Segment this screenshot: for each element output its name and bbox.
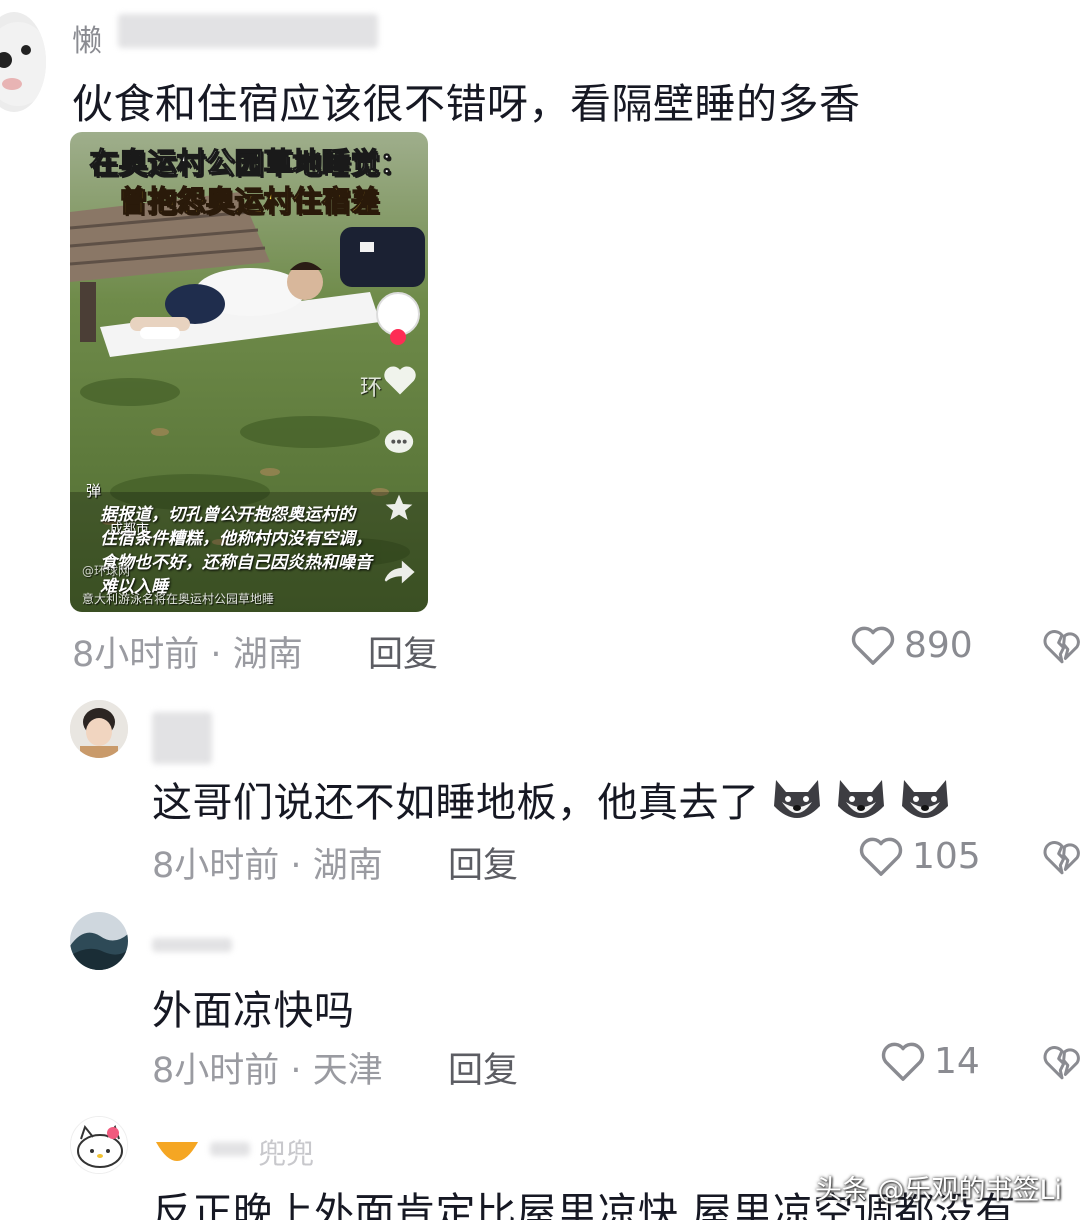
dot-separator: · — [290, 1051, 302, 1091]
heart-outline-icon — [881, 1042, 925, 1081]
like-button[interactable]: 890 — [850, 624, 973, 666]
comment-bubble-icon[interactable] — [382, 427, 416, 459]
timestamp: 8小时前 — [72, 635, 200, 675]
reply-button[interactable]: 回复 — [448, 1042, 518, 1093]
comment-text: 这哥们说还不如睡地板，他真去了 — [152, 770, 954, 828]
video-thumbnail[interactable]: 在奥运村公园草地睡觉： 曾抱怨奥运村住宿差 环 弹 成都市 据报道，切孔曾公开抱… — [70, 132, 428, 612]
like-count: 14 — [934, 1040, 980, 1082]
blurred-username — [118, 14, 378, 48]
broken-heart-icon[interactable] — [1042, 626, 1080, 666]
video-caption-line1: 据报道，切孔曾公开抱怨奥运村的 — [100, 505, 355, 525]
person-avatar-icon — [70, 700, 128, 758]
like-count: 890 — [904, 624, 973, 666]
blurred-username — [210, 1142, 250, 1156]
comment-text: 外面凉快吗 — [152, 988, 355, 1034]
broken-heart-icon[interactable] — [1042, 1042, 1080, 1082]
video-caption-line2: 住宿条件糟糕，他称村内没有空调， — [100, 529, 372, 549]
comment-meta: 8小时前 · 湖南 — [152, 837, 383, 888]
timestamp: 8小时前 — [152, 846, 280, 886]
dog-emoji-icon — [773, 780, 820, 818]
dot-separator: · — [210, 635, 222, 675]
dog-emoji-icon — [901, 780, 948, 818]
username[interactable]: 兜兜 — [258, 1132, 314, 1172]
reply-button[interactable]: 回复 — [368, 626, 438, 677]
comment-meta: 8小时前 · 天津 — [152, 1042, 383, 1093]
location: 天津 — [312, 1051, 383, 1091]
avatar[interactable] — [0, 12, 46, 112]
like-button[interactable]: 105 — [858, 835, 981, 877]
danmu-label[interactable]: 弹 — [86, 480, 101, 501]
heart-icon[interactable] — [382, 364, 418, 396]
username[interactable]: 懒 — [72, 16, 102, 60]
blurred-username — [152, 712, 212, 764]
heart-outline-icon — [859, 837, 903, 876]
follow-plus-icon[interactable] — [390, 329, 406, 345]
heart-outline-icon — [851, 626, 895, 665]
watermark: 头条 @乐观的书签Li — [814, 1175, 1062, 1206]
sun-badge-icon — [156, 1142, 198, 1161]
cat-avatar-icon — [0, 22, 46, 106]
like-count: 105 — [912, 835, 981, 877]
blurred-username — [152, 938, 232, 952]
video-footer: 意大利游泳名将在奥运村公园草地睡 — [82, 592, 275, 606]
comment-text-content: 这哥们说还不如睡地板，他真去了 — [152, 780, 760, 826]
video-title-line2: 曾抱怨奥运村住宿差 — [118, 183, 380, 218]
comment-text: 伙食和住宿应该很不错呀，看隔壁睡的多香 — [72, 80, 861, 128]
author-tag: @环球网 — [82, 564, 131, 578]
side-label: 环 — [360, 376, 383, 401]
avatar[interactable] — [70, 912, 128, 970]
avatar[interactable] — [70, 1116, 128, 1174]
timestamp: 8小时前 — [152, 1051, 280, 1091]
reply-button[interactable]: 回复 — [448, 837, 518, 888]
video-title-line1: 在奥运村公园草地睡觉： — [89, 145, 409, 180]
video-caption-line3: 食物也不好，还称自己因炎热和噪音 — [100, 553, 372, 573]
dot-separator: · — [290, 846, 302, 886]
comment-meta: 8小时前 · 湖南 — [72, 626, 303, 677]
avatar[interactable] — [70, 700, 128, 758]
location: 湖南 — [312, 846, 383, 886]
location: 湖南 — [232, 635, 303, 675]
hello-kitty-avatar-icon — [71, 1117, 127, 1173]
broken-heart-icon[interactable] — [1042, 837, 1080, 877]
dog-emoji-icon — [837, 780, 884, 818]
like-button[interactable]: 14 — [880, 1040, 980, 1082]
wave-avatar-icon — [70, 912, 128, 970]
